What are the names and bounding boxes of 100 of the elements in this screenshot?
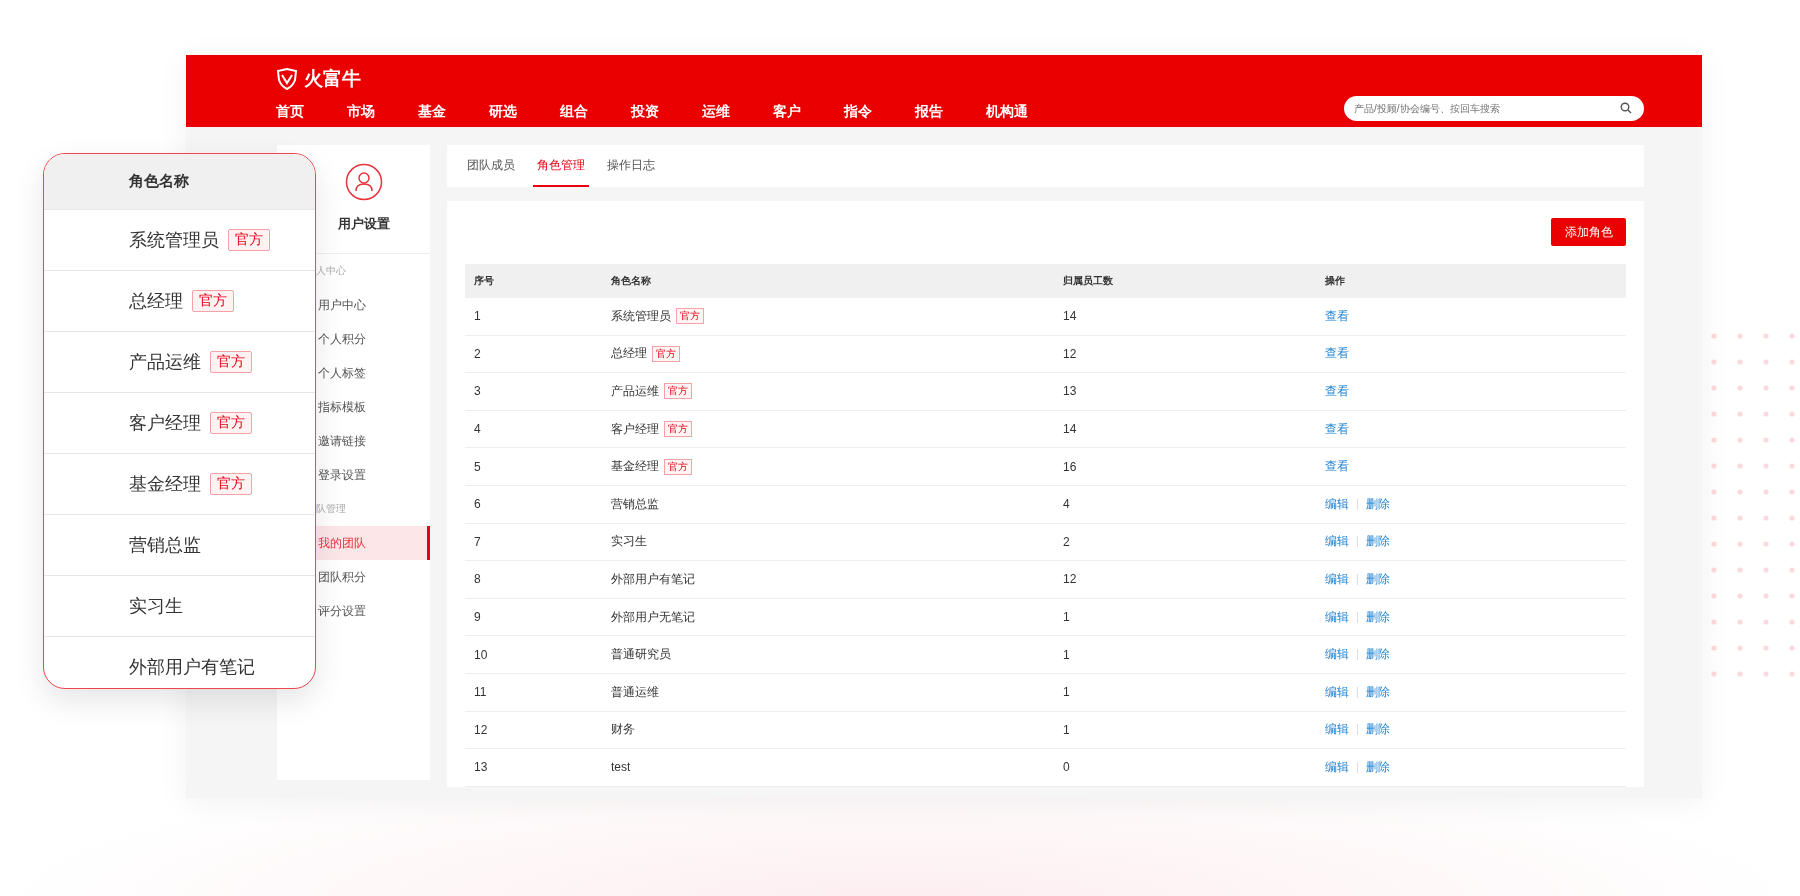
official-tag: 官方 [664, 383, 692, 400]
column-header: 序号 [473, 274, 495, 288]
logo-text: 火富牛 [304, 67, 361, 91]
role-name: 基金经理 [129, 473, 201, 496]
official-tag: 官方 [228, 229, 270, 251]
action-link[interactable]: 编辑 [1325, 683, 1349, 701]
sidebar-item[interactable]: 我的团队 [316, 526, 430, 560]
table-cell-text: 1 [1063, 722, 1071, 737]
official-tag: 官方 [210, 473, 252, 495]
action-link[interactable]: 查看 [1325, 307, 1349, 325]
table-cell: 产品运维 [611, 383, 659, 400]
table-cell-text: 9 [473, 610, 482, 625]
table-cell-text: 12 [1063, 346, 1078, 361]
sidebar-item[interactable]: 个人标签 [316, 356, 430, 390]
action-link[interactable]: 查看 [1325, 420, 1349, 438]
sidebar-item[interactable]: 用户中心 [316, 288, 430, 322]
table-cell-text: 1 [473, 309, 482, 324]
official-tag: 官方 [676, 308, 704, 325]
table-cell: 总经理 [611, 345, 647, 363]
role-name: 外部用户有笔记 [129, 656, 255, 679]
table-cell-text: 11 [473, 685, 488, 700]
role-name: 产品运维 [129, 351, 201, 374]
search-field[interactable]: 产品/投顾/协会编号、按回车搜索 [1344, 95, 1644, 121]
action-link[interactable]: 编辑 [1325, 570, 1349, 588]
nav-link[interactable]: 首页 [276, 103, 347, 121]
table-cell: 外部用户无笔记 [611, 608, 695, 626]
shield-logo-icon [276, 68, 298, 90]
sidebar-item[interactable]: 团队积分 [316, 560, 430, 594]
table-cell: 系统管理员 [611, 307, 671, 325]
official-tag: 官方 [192, 290, 234, 312]
nav-link[interactable]: 研选 [489, 103, 560, 121]
table-cell: 营销总监 [611, 495, 659, 513]
action-link[interactable]: 删除 [1366, 721, 1390, 739]
action-link[interactable]: 编辑 [1325, 721, 1349, 739]
action-link[interactable]: 删除 [1366, 758, 1390, 776]
action-link[interactable]: 删除 [1366, 570, 1390, 588]
user-icon [345, 163, 383, 201]
nav-link[interactable]: 市场 [347, 103, 418, 121]
official-tag: 官方 [210, 412, 252, 434]
table-cell: 外部用户有笔记 [611, 570, 695, 588]
table-cell-text: 16 [1063, 459, 1078, 474]
action-link[interactable]: 删除 [1366, 683, 1390, 701]
sidebar-item[interactable]: 登录设置 [316, 458, 430, 492]
action-link[interactable]: 查看 [1325, 345, 1349, 363]
sidebar-item[interactable]: 个人积分 [316, 322, 430, 356]
official-tag: 官方 [664, 458, 692, 475]
table-cell-text: 12 [473, 722, 489, 737]
action-link[interactable]: 编辑 [1325, 495, 1349, 513]
action-link[interactable]: 查看 [1325, 383, 1349, 400]
role-name: 营销总监 [129, 534, 201, 557]
sidebar-item[interactable]: 邀请链接 [316, 424, 430, 458]
table-cell-text: 5 [473, 459, 482, 474]
column-header: 角色名称 [611, 274, 652, 288]
add-role-button[interactable]: 添加角色 [1551, 218, 1626, 246]
nav-link[interactable]: 运维 [702, 103, 773, 121]
table-cell-text: 14 [1063, 309, 1078, 324]
official-tag: 官方 [652, 345, 680, 362]
action-link[interactable]: 编辑 [1325, 758, 1349, 776]
table-cell: test [611, 760, 631, 775]
table-cell-text: 1 [1063, 685, 1071, 700]
tab[interactable]: 操作日志 [603, 145, 659, 187]
nav-link[interactable]: 机构通 [986, 103, 1057, 121]
tab[interactable]: 团队成员 [463, 145, 519, 187]
table-cell-text: 2 [1063, 534, 1071, 549]
column-header: 角色名称 [129, 172, 189, 191]
table-cell-text: 14 [1063, 422, 1078, 437]
action-link[interactable]: 删除 [1366, 608, 1390, 626]
search-icon [1620, 101, 1632, 114]
action-link[interactable]: 删除 [1366, 495, 1390, 513]
action-link[interactable]: 编辑 [1325, 646, 1349, 664]
sidebar-title: 用户设置 [338, 215, 390, 233]
table-cell-text: 4 [473, 422, 482, 437]
table-cell: 财务 [611, 721, 635, 739]
nav-link[interactable]: 投资 [631, 103, 702, 121]
table-cell-text: 0 [1063, 760, 1071, 775]
nav-link[interactable]: 组合 [560, 103, 631, 121]
sidebar-item[interactable]: 指标模板 [316, 390, 430, 424]
table-cell: 客户经理 [611, 420, 659, 438]
table-cell-text: 10 [473, 647, 489, 662]
table-cell-text: 13 [1063, 384, 1078, 399]
official-tag: 官方 [664, 421, 692, 438]
table-cell: 普通研究员 [611, 646, 671, 664]
nav-link[interactable]: 指令 [844, 103, 915, 121]
action-link[interactable]: 编辑 [1325, 608, 1349, 626]
table-cell-text: 7 [473, 534, 482, 549]
table-cell: 普通运维 [611, 683, 659, 701]
section-label: 队管理 [316, 502, 347, 516]
action-link[interactable]: 删除 [1366, 533, 1390, 551]
nav-link[interactable]: 基金 [418, 103, 489, 121]
table-cell-text: 1 [1063, 610, 1071, 625]
role-name: 客户经理 [129, 412, 201, 435]
tab[interactable]: 角色管理 [533, 145, 589, 187]
section-label: 人中心 [316, 264, 347, 278]
action-link[interactable]: 删除 [1366, 646, 1390, 664]
nav-link[interactable]: 报告 [915, 103, 986, 121]
table-cell: 实习生 [611, 533, 647, 551]
action-link[interactable]: 查看 [1325, 458, 1349, 476]
nav-link[interactable]: 客户 [773, 103, 844, 121]
action-link[interactable]: 编辑 [1325, 533, 1349, 551]
sidebar-item[interactable]: 评分设置 [316, 594, 430, 628]
